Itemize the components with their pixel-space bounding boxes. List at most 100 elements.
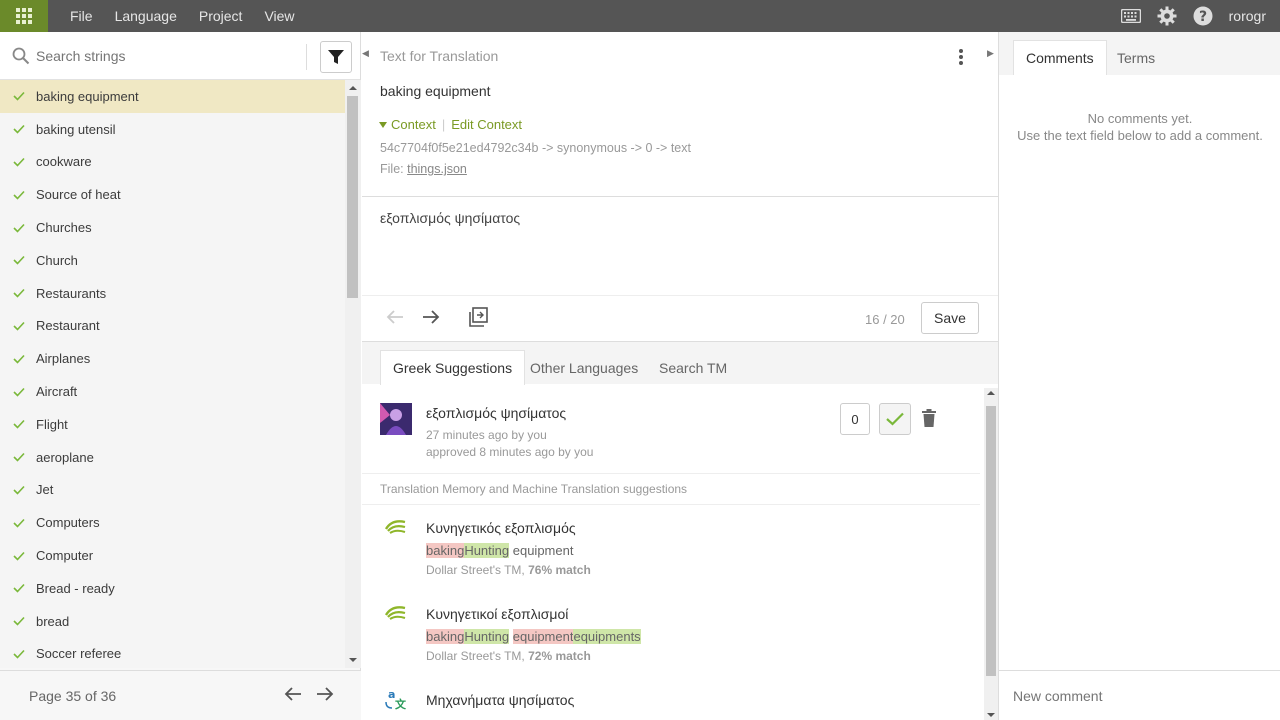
string-label: bread [36,613,70,629]
next-page-icon[interactable] [316,686,334,702]
menu-project[interactable]: Project [199,8,243,24]
suggestion-meta: 27 minutes ago by you [426,428,547,442]
menu-view[interactable]: View [264,8,294,24]
string-label: baking utensil [36,121,116,137]
caret-down-icon[interactable] [378,121,388,129]
checkmark-icon [0,485,36,495]
string-label: aeroplane [36,449,94,465]
string-label: Source of heat [36,187,121,203]
tab-terms[interactable]: Terms [1105,40,1167,75]
top-bar: File Language Project View ? rorogr [0,0,1280,32]
string-label: Computers [36,515,100,531]
grid-icon [16,8,32,24]
scroll-up-icon[interactable] [984,388,998,398]
checkmark-icon [0,255,36,266]
checkmark-icon [0,288,36,298]
tm-translation[interactable]: Μηχανήματα ψησίματος [426,692,574,708]
translation-input[interactable]: εξοπλισμός ψησίματος [380,210,520,226]
diff-unchanged: equipment [509,543,574,558]
gear-icon[interactable] [1157,6,1177,26]
context-toggle[interactable]: Context [391,117,436,132]
string-list-item[interactable]: baking equipment [0,80,345,113]
string-label: Restaurants [36,285,107,301]
context-separator: | [441,117,446,132]
tab-comments[interactable]: Comments [1013,40,1107,75]
string-list-item[interactable]: Aircraft [0,375,345,408]
search-input[interactable] [36,47,296,64]
file-link[interactable]: things.json [407,162,467,176]
string-list-item[interactable]: Restaurant [0,310,345,343]
string-list-item[interactable]: cookware [0,146,345,179]
svg-text:文: 文 [395,697,406,710]
string-label: Restaurant [36,318,100,334]
string-list-item[interactable]: aeroplane [0,441,345,474]
tab-other-languages[interactable]: Other Languages [518,350,650,385]
suggestion-scrollbar-thumb[interactable] [986,406,996,676]
checkmark-icon [0,91,36,102]
string-list-item[interactable]: Flight [0,408,345,441]
menu-language[interactable]: Language [115,8,177,24]
string-list-item[interactable]: Computers [0,506,345,539]
context-row: Context | Edit Context [378,117,522,132]
tm-translation[interactable]: Κυνηγετικοί εξοπλισμοί [426,606,568,622]
string-label: Churches [36,220,92,236]
tab-greek-suggestions[interactable]: Greek Suggestions [380,350,526,385]
pager: Page 35 of 36 [0,670,361,720]
string-list-item[interactable]: Bread - ready [0,572,345,605]
help-icon[interactable]: ? [1193,6,1213,26]
more-options-icon[interactable] [958,48,964,66]
string-list-item[interactable]: Jet [0,474,345,507]
list-scrollbar-thumb[interactable] [347,96,358,298]
scroll-up-icon[interactable] [345,82,361,94]
username[interactable]: rorogr [1229,8,1266,24]
svg-text:?: ? [1199,9,1207,25]
scroll-down-icon[interactable] [345,654,361,666]
string-label: Computer [36,548,94,564]
file-row: File: things.json [380,162,467,176]
string-label: Soccer referee [36,646,122,662]
diff-added: Hunting [464,543,510,558]
string-label: Church [36,252,78,268]
filter-button[interactable] [320,41,352,73]
string-label: cookware [36,154,92,170]
string-list-item[interactable]: Restaurants [0,277,345,310]
edit-context-link[interactable]: Edit Context [451,117,522,132]
source-header: Text for Translation [380,48,499,64]
trash-icon[interactable] [921,409,937,427]
string-list-panel: baking equipment baking utensil cookware So… [0,32,361,720]
tm-source-name: Dollar Street's TM, [426,649,529,663]
string-label: Bread - ready [36,580,115,596]
suggestion-text: εξοπλισμός ψησίματος [426,405,567,421]
character-count: 16 / 20 [865,312,905,327]
tm-translation[interactable]: Κυνηγετικός εξοπλισμός [426,520,576,536]
tm-logo-icon [384,520,406,534]
editor-panel: Text for Translation baking equipment Co… [362,32,998,720]
apps-grid-button[interactable] [0,0,48,32]
checkmark-icon [0,518,36,528]
machine-translation-icon: a 文 [384,688,406,710]
next-string-icon[interactable] [422,309,440,325]
copy-source-icon[interactable] [468,307,488,327]
prev-page-icon[interactable] [284,686,302,702]
string-list-item[interactable]: baking utensil [0,113,345,146]
checkmark-icon [0,157,36,167]
string-list-item[interactable]: Church [0,244,345,277]
save-button[interactable]: Save [921,302,979,334]
suggestion-list: εξοπλισμός ψησίματος 27 minutes ago by y… [362,384,984,720]
string-label: Flight [36,416,68,432]
string-list-item[interactable]: Airplanes [0,342,345,375]
previous-string-icon[interactable] [386,309,404,325]
approve-button[interactable] [879,403,911,435]
string-list-item[interactable]: Computer [0,539,345,572]
checkmark-icon [0,354,36,364]
string-list-item[interactable]: bread [0,605,345,638]
keyboard-icon[interactable] [1120,9,1141,23]
scroll-down-icon[interactable] [984,710,998,720]
string-list-item[interactable]: Source of heat [0,178,345,211]
string-list-item[interactable]: Soccer referee [0,638,345,668]
string-list-item[interactable]: Churches [0,211,345,244]
new-comment-input[interactable] [1013,687,1263,704]
comments-panel: Comments Terms No comments yet. Use the … [998,32,1280,720]
menu-file[interactable]: File [70,8,93,24]
tab-search-tm[interactable]: Search TM [647,350,739,385]
